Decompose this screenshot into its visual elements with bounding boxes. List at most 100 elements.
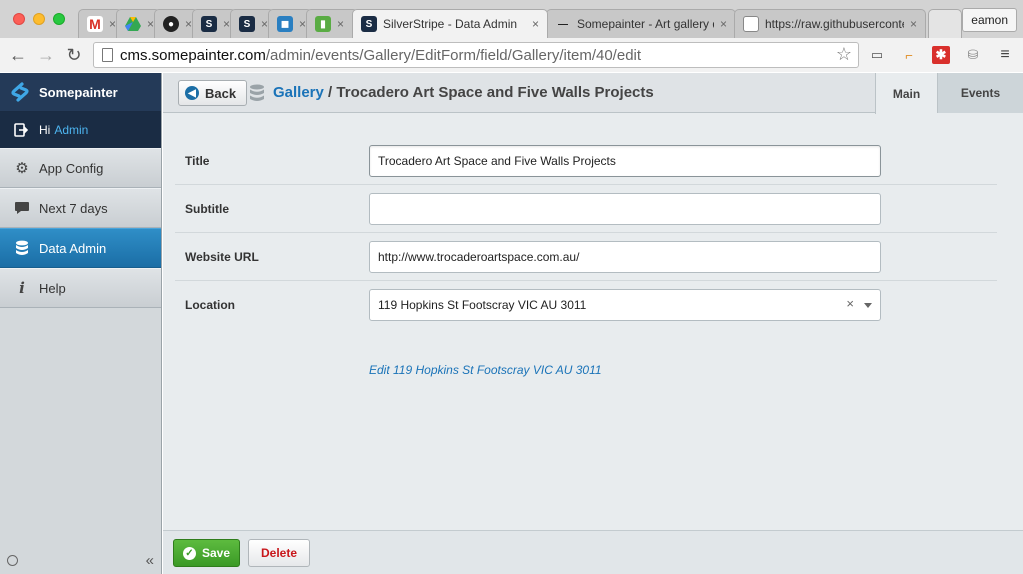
- address-bar[interactable]: cms.somepainter.com/admin/events/Gallery…: [93, 42, 859, 68]
- title-field-row: Title Trocadero Art Space and Five Walls…: [175, 137, 997, 185]
- greeting-text: Hi: [39, 123, 51, 137]
- cms-app: Somepainter Hi Admin ⚙ App Config Next 7…: [0, 73, 1023, 574]
- subtitle-input[interactable]: [369, 193, 881, 225]
- sidebar-item-label: Next 7 days: [39, 200, 108, 216]
- profile-button[interactable]: eamon: [962, 8, 1017, 32]
- sidebar-item-label: Data Admin: [39, 240, 107, 256]
- close-tab-icon[interactable]: ×: [185, 17, 192, 31]
- database-icon: [250, 84, 264, 101]
- location-label: Location: [185, 298, 235, 312]
- clear-selection-icon[interactable]: ×: [846, 296, 854, 311]
- website-url-label: Website URL: [185, 250, 259, 264]
- gmail-icon: M: [87, 16, 103, 32]
- brand-name: Somepainter: [39, 84, 118, 100]
- silverstripe-icon: S: [361, 16, 377, 32]
- tab-main[interactable]: Main: [875, 73, 937, 114]
- chevron-down-icon[interactable]: [864, 303, 872, 308]
- browser-tab-somepainter[interactable]: — Somepainter - Art gallery d ×: [546, 9, 736, 38]
- subtitle-field-row: Subtitle: [175, 185, 997, 233]
- sidebar-item-label: Help: [39, 280, 66, 296]
- breadcrumb: Gallery / Trocadero Art Space and Five W…: [273, 84, 654, 101]
- drive-icon: [125, 16, 141, 32]
- gear-icon: ⚙: [15, 160, 29, 177]
- edit-location-link[interactable]: Edit 119 Hopkins St Footscray VIC AU 301…: [369, 363, 602, 377]
- tab-events[interactable]: Events: [937, 73, 1023, 113]
- minimize-window-button[interactable]: [33, 13, 45, 25]
- browser-tab-data-admin[interactable]: S SilverStripe - Data Admin ×: [352, 9, 548, 38]
- form-actions: ✓ Save Delete: [163, 530, 1023, 574]
- chat-bubble-icon: [13, 199, 31, 217]
- save-label: Save: [201, 546, 231, 560]
- extension-badge-icon[interactable]: ✱: [932, 46, 950, 64]
- website-url-input[interactable]: http://www.trocaderoartspace.com.au/: [369, 241, 881, 273]
- checkmark-icon: ✓: [182, 546, 196, 560]
- browser-chrome: M × × ● × S × S × ◼ × ▮ × S SilverStripe - Dat…: [0, 0, 1023, 72]
- back-arrow-icon[interactable]: ←: [6, 43, 30, 67]
- close-tab-icon[interactable]: ×: [337, 17, 344, 31]
- silverstripe-icon: S: [239, 16, 255, 32]
- page-title: Trocadero Art Space and Five Walls Proje…: [336, 84, 654, 101]
- app-icon: ◼: [277, 16, 293, 32]
- close-tab-icon[interactable]: ×: [109, 17, 116, 31]
- breadcrumb-separator: /: [323, 84, 337, 101]
- location-select[interactable]: 119 Hopkins St Footscray VIC AU 3011 ×: [369, 289, 881, 321]
- close-window-button[interactable]: [13, 13, 25, 25]
- url-host: cms.somepainter.com: [120, 46, 266, 64]
- database-extension-icon[interactable]: ⛁: [964, 46, 982, 64]
- arrow-left-circle-icon: ◀: [185, 86, 199, 100]
- tab-title: SilverStripe - Data Admin: [383, 17, 518, 31]
- collapse-sidebar-button[interactable]: «: [146, 552, 154, 569]
- close-tab-icon[interactable]: ×: [147, 17, 154, 31]
- close-tab-icon[interactable]: ×: [261, 17, 268, 31]
- sidebar-item-next-7-days[interactable]: Next 7 days: [0, 188, 161, 228]
- page-icon: [102, 48, 113, 62]
- new-tab-button[interactable]: [928, 9, 962, 38]
- sidebar-item-data-admin[interactable]: Data Admin: [0, 228, 161, 268]
- close-tab-icon[interactable]: ×: [910, 17, 917, 31]
- extension-icon[interactable]: ⌐: [900, 46, 918, 64]
- title-label: Title: [185, 154, 210, 168]
- sidebar-item-help[interactable]: i Help: [0, 268, 161, 308]
- browser-toolbar: ← → ↻ cms.somepainter.com/admin/events/G…: [0, 38, 1023, 72]
- content-tabs: Main Events: [875, 73, 1023, 114]
- close-tab-icon[interactable]: ×: [299, 17, 306, 31]
- cast-icon[interactable]: ▭: [868, 46, 886, 64]
- sidebar-item-label: App Config: [39, 160, 104, 176]
- save-button[interactable]: ✓ Save: [173, 539, 240, 567]
- logout-icon[interactable]: [14, 123, 28, 137]
- dash-icon: —: [558, 18, 568, 30]
- sidebar: Somepainter Hi Admin ⚙ App Config Next 7…: [0, 73, 162, 574]
- breadcrumb-gallery-link[interactable]: Gallery: [273, 84, 324, 101]
- maximize-window-button[interactable]: [53, 13, 65, 25]
- back-button[interactable]: ◀ Back: [178, 80, 248, 106]
- tab-strip: M × × ● × S × S × ◼ × ▮ × S SilverStripe - Dat…: [0, 0, 1023, 38]
- github-icon: ●: [163, 16, 179, 32]
- forward-arrow-icon[interactable]: →: [34, 43, 58, 67]
- profile-link[interactable]: Admin: [54, 123, 88, 137]
- sidebar-item-app-config[interactable]: ⚙ App Config: [0, 148, 161, 188]
- location-selected-value: 119 Hopkins St Footscray VIC AU 3011: [378, 298, 587, 312]
- url-path: /admin/events/Gallery/EditForm/field/Gal…: [265, 46, 642, 64]
- info-icon: i: [19, 279, 25, 297]
- silverstripe-icon: S: [201, 16, 217, 32]
- subtitle-label: Subtitle: [185, 202, 229, 216]
- sidebar-footer: «: [0, 546, 161, 574]
- silverstripe-logo-icon: [11, 82, 29, 102]
- browser-tab-raw-github[interactable]: https://raw.githubuserconte ×: [734, 9, 926, 38]
- title-input[interactable]: Trocadero Art Space and Five Walls Proje…: [369, 145, 881, 177]
- brand[interactable]: Somepainter: [0, 73, 161, 112]
- close-tab-icon[interactable]: ×: [532, 17, 539, 31]
- user-greeting: Hi Admin: [0, 112, 161, 148]
- browser-tab-trello[interactable]: ▮ ×: [306, 9, 358, 38]
- website-field-row: Website URL http://www.trocaderoartspace…: [175, 233, 997, 281]
- menu-icon[interactable]: ≡: [996, 46, 1014, 64]
- tab-title: https://raw.githubuserconte: [765, 17, 904, 31]
- status-circle-icon: [7, 554, 18, 566]
- back-label: Back: [205, 85, 237, 101]
- close-tab-icon[interactable]: ×: [720, 17, 727, 31]
- delete-button[interactable]: Delete: [248, 539, 310, 567]
- bookmark-star-icon[interactable]: ☆: [836, 44, 852, 65]
- close-tab-icon[interactable]: ×: [223, 17, 230, 31]
- database-icon: [13, 239, 31, 257]
- reload-icon[interactable]: ↻: [62, 43, 86, 67]
